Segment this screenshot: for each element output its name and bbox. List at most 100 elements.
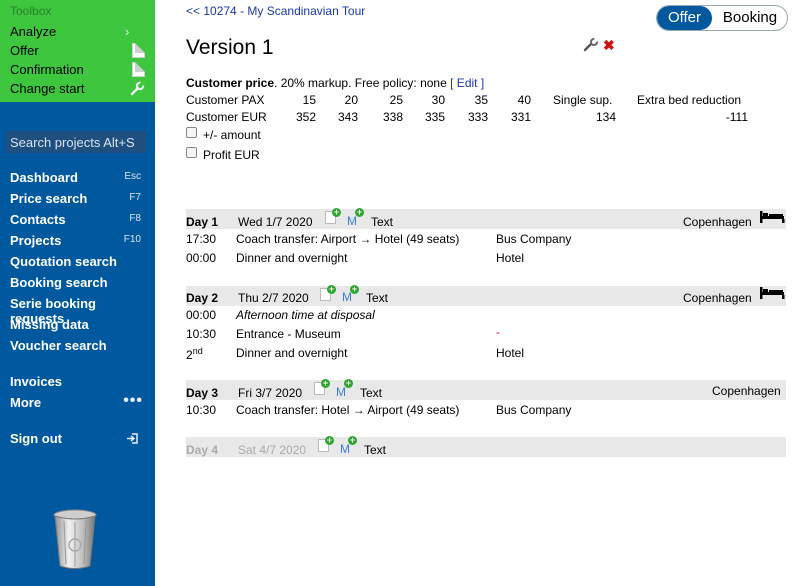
sign-out-icon (127, 433, 138, 444)
day-date: Thu 2/7 2020 (238, 291, 309, 305)
shortcut-hint: F10 (123, 234, 141, 245)
nav-sign-out[interactable]: Sign out (10, 431, 145, 446)
customer-eur-label: Customer EUR (186, 110, 267, 124)
nav-label: Price search (10, 191, 88, 206)
toggle-offer[interactable]: Offer (657, 6, 712, 30)
customer-pax-label: Customer PAX (186, 93, 265, 107)
nav-missing-data[interactable]: Missing data (10, 317, 145, 332)
day-label: Day 2 (186, 291, 219, 305)
search-projects-input[interactable] (6, 131, 146, 153)
eur-value: 343 (337, 110, 358, 124)
nav-projects[interactable]: Projects F10 (10, 233, 145, 248)
nav-label: Booking search (10, 275, 108, 290)
item-supplier[interactable]: Hotel (496, 346, 524, 360)
item-supplier[interactable]: Bus Company (496, 232, 571, 246)
pax-value: 35 (474, 93, 488, 107)
toolbox-item-analyze[interactable]: Analyze › (10, 24, 145, 43)
nav-contacts[interactable]: Contacts F8 (10, 212, 145, 227)
item-supplier[interactable]: - (496, 325, 500, 339)
delete-icon[interactable]: ✖ (603, 37, 615, 54)
toolbox-item-offer[interactable]: Offer (10, 43, 145, 62)
item-time: 00:00 (186, 251, 217, 265)
item-description[interactable]: Entrance - Museum (236, 327, 341, 341)
amount-checkbox-label: +/- amount (203, 128, 261, 142)
item-description[interactable]: Dinner and overnight (236, 346, 347, 360)
add-text-link[interactable]: Text (371, 215, 393, 229)
customer-price-text: . 20% markup. Free policy: none (274, 76, 447, 90)
document-icon (132, 62, 145, 77)
trash-bin-icon[interactable] (52, 509, 98, 571)
item-description[interactable]: Dinner and overnight (236, 251, 347, 265)
day-city: Copenhagen (683, 215, 752, 229)
item-time-suffix: nd (192, 346, 203, 356)
item-description[interactable]: Coach transfer: Hotel → Airport (49 seat… (236, 403, 459, 417)
more-dots-icon: ••• (123, 392, 143, 409)
add-meal-icon[interactable]: M (347, 214, 357, 228)
plus-icon: + (325, 435, 334, 445)
profit-eur-checkbox[interactable] (186, 147, 197, 158)
wrench-icon (130, 81, 145, 96)
pax-value: 40 (517, 93, 531, 107)
toolbox-item-confirmation[interactable]: Confirmation (10, 62, 145, 81)
pax-value: 15 (302, 93, 316, 107)
nav-label: Quotation search (10, 254, 117, 269)
nav-more[interactable]: More ••• (10, 392, 145, 410)
document-icon (132, 43, 145, 58)
nav-label: Dashboard (10, 170, 78, 185)
plus-icon: + (344, 378, 353, 388)
wrench-icon[interactable] (583, 38, 599, 52)
shortcut-hint: Esc (124, 171, 141, 182)
single-sup-label: Single sup. (553, 93, 613, 107)
day-city: Copenhagen (712, 384, 781, 398)
day-date: Wed 1/7 2020 (238, 215, 313, 229)
plus-icon: + (327, 284, 336, 294)
shortcut-hint: F8 (129, 213, 141, 224)
nav-price-search[interactable]: Price search F7 (10, 191, 145, 206)
day-label: Day 1 (186, 215, 219, 229)
project-link[interactable]: 10274 - My Scandinavian Tour (203, 4, 365, 18)
toolbox-panel: Toolbox Analyze › Offer Confirmation Cha… (0, 0, 155, 102)
toggle-booking[interactable]: Booking (713, 6, 787, 30)
nav-dashboard[interactable]: Dashboard Esc (10, 170, 145, 185)
eur-value: 338 (382, 110, 403, 124)
day-label: Day 3 (186, 386, 219, 400)
add-text-link[interactable]: Text (360, 386, 382, 400)
edit-price-link[interactable]: [ Edit ] (450, 76, 484, 90)
plus-icon: + (348, 435, 357, 445)
amount-checkbox[interactable] (186, 127, 197, 138)
customer-price-label: Customer price (186, 76, 275, 90)
nav-label: Voucher search (10, 338, 107, 353)
add-meal-icon[interactable]: M (340, 442, 350, 456)
item-time: 17:30 (186, 232, 217, 246)
eur-value: 352 (295, 110, 316, 124)
customer-price-line: Customer price. 20% markup. Free policy:… (186, 76, 484, 90)
day-city: Copenhagen (683, 291, 752, 305)
profit-eur-checkbox-label: Profit EUR (203, 148, 260, 162)
nav-voucher-search[interactable]: Voucher search (10, 338, 145, 353)
pax-value: 20 (344, 93, 358, 107)
plus-icon: + (350, 284, 359, 294)
toolbox-item-label: Change start (10, 81, 85, 96)
toolbox-item-change-start[interactable]: Change start (10, 81, 145, 100)
pax-value: 25 (389, 93, 403, 107)
nav-invoices[interactable]: Invoices (10, 374, 145, 389)
item-supplier[interactable]: Hotel (496, 251, 524, 265)
item-time: 10:30 (186, 403, 217, 417)
add-meal-icon[interactable]: M (336, 385, 346, 399)
single-sup-value: 134 (595, 110, 616, 124)
eur-value: 331 (510, 110, 531, 124)
breadcrumb: << 10274 - My Scandinavian Tour (186, 4, 365, 18)
nav-quotation-search[interactable]: Quotation search (10, 254, 145, 269)
offer-booking-toggle[interactable]: Offer Booking (656, 5, 788, 31)
nav-label: Missing data (10, 317, 89, 332)
item-description[interactable]: Coach transfer: Airport → Hotel (49 seat… (236, 232, 459, 246)
add-text-link[interactable]: Text (364, 443, 386, 457)
plus-icon: + (355, 207, 364, 217)
item-description[interactable]: Afternoon time at disposal (236, 308, 375, 322)
add-text-link[interactable]: Text (366, 291, 388, 305)
sidebar: Toolbox Analyze › Offer Confirmation Cha… (0, 0, 155, 586)
nav-booking-search[interactable]: Booking search (10, 275, 145, 290)
item-supplier[interactable]: Bus Company (496, 403, 571, 417)
eur-value: 335 (424, 110, 445, 124)
nav-label: Invoices (10, 374, 63, 389)
